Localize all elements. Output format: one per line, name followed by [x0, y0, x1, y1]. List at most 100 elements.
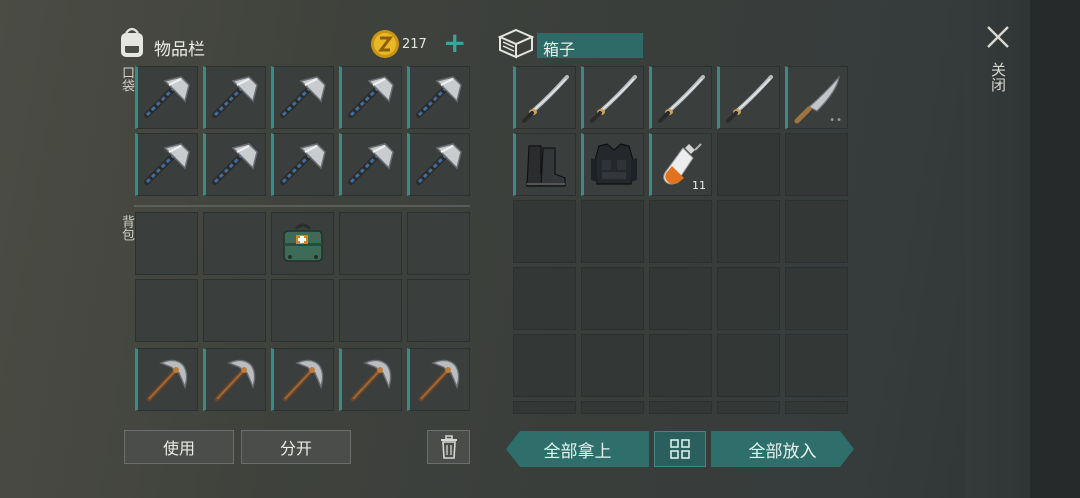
pocket-slot[interactable]	[203, 133, 266, 196]
inventory-title: 物品栏	[154, 40, 205, 60]
backpack-slot[interactable]	[135, 212, 198, 275]
pickaxe-wood-icon	[345, 353, 399, 407]
box-slot[interactable]	[649, 66, 712, 129]
item-count: 11	[692, 179, 706, 192]
box-slot[interactable]	[513, 267, 576, 330]
box-slot[interactable]	[581, 200, 644, 263]
box-slot[interactable]	[649, 200, 712, 263]
pocket-slot[interactable]	[339, 66, 402, 129]
backpack-slot[interactable]	[135, 279, 198, 342]
tactical-vest-icon	[587, 138, 641, 192]
pocket-slot[interactable]	[407, 66, 470, 129]
box-slot[interactable]: ••	[785, 66, 848, 129]
box-slot[interactable]	[581, 66, 644, 129]
backpack-slot[interactable]	[339, 279, 402, 342]
box-slot[interactable]	[717, 133, 780, 196]
pickaxe-icon	[209, 71, 263, 125]
box-slot[interactable]	[717, 334, 780, 397]
box-name-field[interactable]: 箱子	[537, 33, 643, 59]
backpack-slot[interactable]	[203, 212, 266, 275]
hotbar-slot[interactable]	[135, 348, 198, 411]
pocket-slot[interactable]	[271, 133, 334, 196]
hotbar-slot[interactable]	[407, 348, 470, 411]
box-slot[interactable]	[581, 133, 644, 196]
pickaxe-icon	[141, 138, 195, 192]
split-button[interactable]: 分开	[241, 430, 351, 464]
close-button[interactable]	[985, 24, 1011, 50]
backpack-slot[interactable]	[203, 279, 266, 342]
box-slot[interactable]	[717, 200, 780, 263]
pocket-slot[interactable]	[135, 66, 198, 129]
coin-count: 217	[402, 37, 427, 52]
backpack-slot[interactable]	[339, 212, 402, 275]
box-slot[interactable]	[785, 133, 848, 196]
backpack-icon	[116, 25, 148, 59]
backpack-slot[interactable]	[271, 212, 334, 275]
coin-icon	[370, 29, 400, 59]
pocket-slot[interactable]	[135, 133, 198, 196]
pickaxe-icon	[277, 138, 331, 192]
pocket-divider	[134, 205, 470, 207]
katana-icon	[655, 71, 709, 125]
item-count: ••	[829, 115, 843, 126]
box-slot[interactable]	[513, 133, 576, 196]
grid-sort-icon	[670, 439, 690, 459]
box-slot[interactable]	[785, 267, 848, 330]
hotbar-slot[interactable]	[271, 348, 334, 411]
box-slot[interactable]	[581, 267, 644, 330]
pocket-slot[interactable]	[203, 66, 266, 129]
box-slot[interactable]	[513, 66, 576, 129]
box-slot[interactable]	[513, 200, 576, 263]
pocket-label: 口袋	[119, 66, 134, 92]
box-slot[interactable]	[717, 267, 780, 330]
hotbar-slot[interactable]	[203, 348, 266, 411]
trash-icon	[440, 435, 457, 459]
box-slot[interactable]	[785, 200, 848, 263]
box-slot[interactable]: 11	[649, 133, 712, 196]
box-slot[interactable]	[717, 66, 780, 129]
katana-icon	[587, 71, 641, 125]
first-aid-kit-icon	[276, 217, 330, 271]
box-slot[interactable]	[785, 334, 848, 397]
box-slot[interactable]	[649, 401, 712, 414]
pocket-slot[interactable]	[271, 66, 334, 129]
pickaxe-icon	[345, 138, 399, 192]
box-slot[interactable]	[649, 267, 712, 330]
backpack-label: 背包	[119, 215, 134, 241]
katana-icon	[519, 71, 573, 125]
pickaxe-wood-icon	[141, 353, 195, 407]
pickaxe-icon	[209, 138, 263, 192]
backpack-slot[interactable]	[271, 279, 334, 342]
far-right-strip	[1030, 0, 1080, 498]
box-slot[interactable]	[717, 401, 780, 414]
pocket-slot[interactable]	[339, 133, 402, 196]
pickaxe-icon	[345, 71, 399, 125]
close-label[interactable]: 关闭	[988, 62, 1009, 92]
boots-icon	[519, 138, 573, 192]
hotbar-slot[interactable]	[339, 348, 402, 411]
box-slot[interactable]	[649, 334, 712, 397]
katana-icon	[723, 71, 777, 125]
pickaxe-wood-icon	[413, 353, 467, 407]
close-icon	[987, 26, 1009, 48]
trash-button[interactable]	[427, 430, 470, 464]
pickaxe-icon	[413, 71, 467, 125]
box-slot[interactable]	[581, 334, 644, 397]
pickaxe-icon	[141, 71, 195, 125]
pickaxe-icon	[277, 71, 331, 125]
box-slot[interactable]	[581, 401, 644, 414]
sort-button[interactable]	[654, 431, 706, 467]
backpack-slot[interactable]	[407, 279, 470, 342]
use-button[interactable]: 使用	[124, 430, 234, 464]
pickaxe-wood-icon	[277, 353, 331, 407]
box-icon	[497, 27, 535, 59]
pocket-slot[interactable]	[407, 133, 470, 196]
box-slot[interactable]	[513, 334, 576, 397]
box-slot[interactable]	[785, 401, 848, 414]
backpack-slot[interactable]	[407, 212, 470, 275]
add-coins-button[interactable]: +	[443, 28, 466, 58]
pickaxe-wood-icon	[209, 353, 263, 407]
take-all-button[interactable]: 全部拿上	[506, 431, 649, 467]
box-slot[interactable]	[513, 401, 576, 414]
put-all-button[interactable]: 全部放入	[711, 431, 854, 467]
